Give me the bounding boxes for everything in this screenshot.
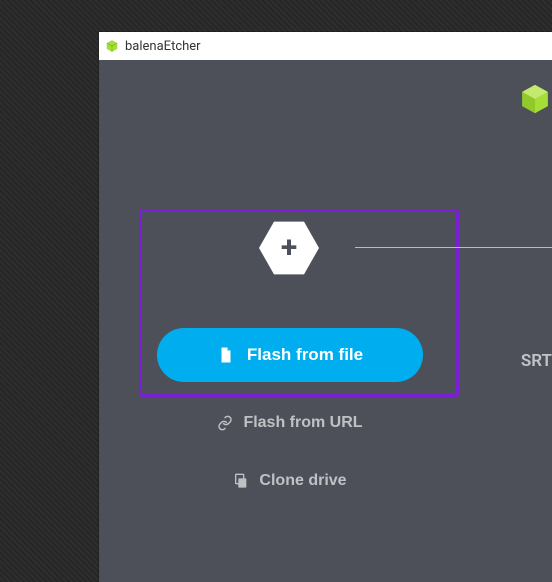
app-body: + Flash from file xyxy=(99,60,552,582)
clone-drive-button[interactable]: Clone drive xyxy=(157,466,423,496)
app-window: balenaEtcher + xyxy=(99,32,552,582)
flash-from-url-button[interactable]: Flash from URL xyxy=(157,408,423,438)
flash-from-file-label: Flash from file xyxy=(247,345,363,365)
step-2-label-partial: SRT xyxy=(521,351,552,371)
window-title: balenaEtcher xyxy=(125,39,201,54)
copy-icon xyxy=(233,473,249,489)
cube-icon xyxy=(518,82,552,116)
file-icon xyxy=(217,346,235,364)
hexagon-shape: + xyxy=(259,220,319,276)
step-connector-line xyxy=(355,247,552,248)
cube-icon xyxy=(105,39,119,53)
flash-from-url-label: Flash from URL xyxy=(243,414,362,432)
source-hexagon: + xyxy=(259,220,319,276)
desktop-background: balenaEtcher + xyxy=(0,0,552,582)
plus-icon: + xyxy=(281,233,297,263)
clone-drive-label: Clone drive xyxy=(259,472,346,490)
flash-from-file-button[interactable]: Flash from file xyxy=(157,328,423,382)
step-1-area: + Flash from file xyxy=(129,220,552,496)
titlebar[interactable]: balenaEtcher xyxy=(99,32,552,60)
link-icon xyxy=(217,415,233,431)
